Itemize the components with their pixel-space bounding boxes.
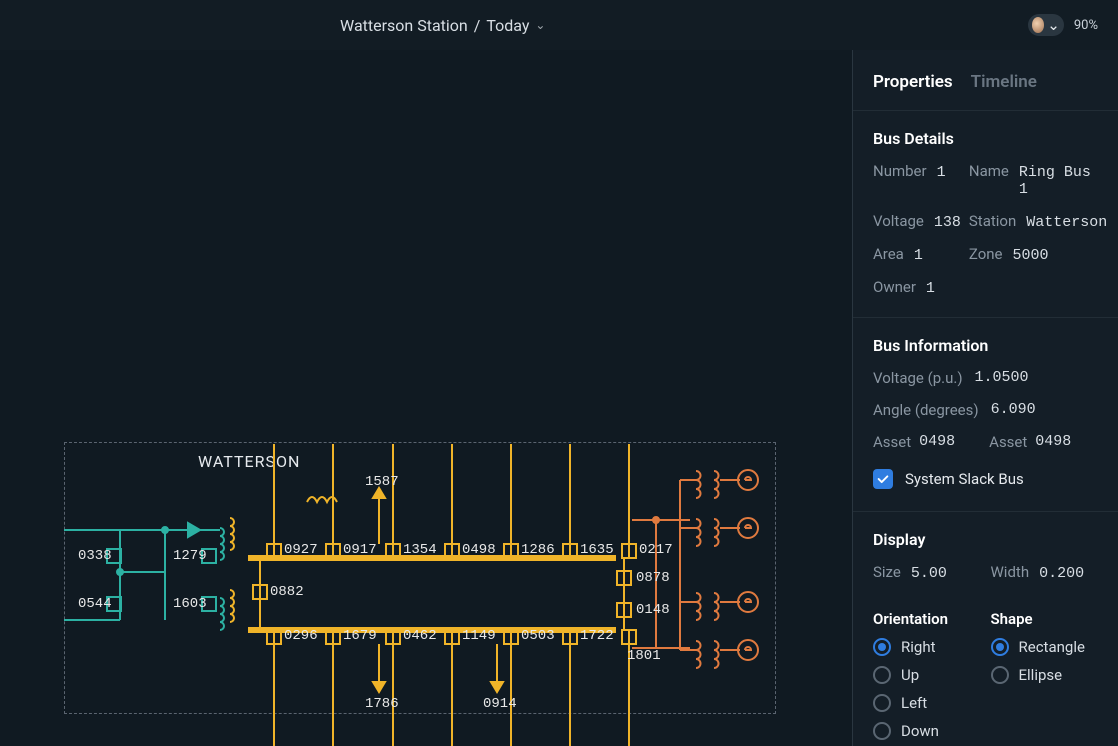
tab-properties[interactable]: Properties (873, 72, 953, 92)
value-name: Ring Bus 1 (1019, 164, 1107, 198)
orientation-group: Orientation Right Up Left Down (873, 610, 981, 746)
avatar (1032, 17, 1044, 33)
value-angle: 6.090 (991, 401, 1036, 419)
chevron-down-icon: ⌄ (1047, 16, 1060, 34)
checkbox-label: System Slack Bus (905, 470, 1024, 488)
radio-icon (873, 722, 891, 740)
topbar: Watterson Station / Today ⌄ ⌄ 90% (0, 0, 1118, 50)
label-station: Station (969, 212, 1016, 230)
user-menu[interactable]: ⌄ (1028, 14, 1064, 36)
radio-icon (991, 666, 1009, 684)
breadcrumb-view: Today (486, 16, 529, 35)
node-label-0296: 0296 (284, 628, 318, 644)
label-asset2: Asset (989, 433, 1027, 451)
radio-orientation-right[interactable]: Right (873, 638, 981, 656)
node-label-1801: 1801 (627, 648, 661, 664)
diagram-canvas[interactable]: WATTERSON 0882 0878 0148 0927 0917 1354 0498 12… (0, 50, 852, 746)
tab-timeline[interactable]: Timeline (971, 72, 1037, 92)
node-label-0917: 0917 (343, 542, 377, 558)
main: WATTERSON 0882 0878 0148 0927 0917 1354 0498 12… (0, 50, 1118, 746)
node-label-0148: 0148 (636, 602, 670, 618)
panel-tabs: Properties Timeline (853, 50, 1118, 111)
label-size: Size (873, 563, 901, 581)
value-size: 5.00 (911, 565, 947, 582)
arrow-label-1786: 1786 (365, 696, 399, 712)
node-label-1279: 1279 (173, 548, 207, 564)
label-owner: Owner (873, 278, 916, 296)
chevron-down-icon: ⌄ (535, 18, 545, 32)
radio-label: Ellipse (1019, 666, 1063, 684)
radio-label: Right (901, 638, 935, 656)
value-zone: 5000 (1013, 247, 1049, 264)
radio-icon (873, 666, 891, 684)
node-label-1603: 1603 (173, 596, 207, 612)
label-voltage: Voltage (873, 212, 924, 230)
section-bus-information: Bus Information Voltage (p.u.) 1.0500 Ang… (853, 318, 1118, 512)
label-zone: Zone (969, 245, 1003, 263)
label-name: Name (969, 162, 1009, 180)
node-label-1286: 1286 (521, 542, 555, 558)
node-label-0338: 0338 (78, 548, 112, 564)
label-orientation: Orientation (873, 610, 981, 628)
node-label-0544: 0544 (78, 596, 112, 612)
value-width: 0.200 (1039, 565, 1084, 582)
breadcrumb-station: Watterson Station (340, 16, 468, 35)
node-label-1635: 1635 (580, 542, 614, 558)
node-label-0878: 0878 (636, 570, 670, 586)
section-title: Bus Information (873, 336, 1098, 355)
radio-orientation-left[interactable]: Left (873, 694, 981, 712)
radio-orientation-down[interactable]: Down (873, 722, 981, 740)
arrow-label-1587: 1587 (365, 474, 399, 490)
radio-label: Up (901, 666, 919, 684)
label-shape: Shape (991, 610, 1099, 628)
section-display: Display Size 5.00 Width 0.200 Orientation … (853, 512, 1118, 746)
checkbox-slack-bus[interactable]: System Slack Bus (873, 469, 1098, 489)
value-voltage: 138 (934, 214, 961, 231)
radio-label: Left (901, 694, 927, 712)
value-owner: 1 (926, 280, 935, 297)
value-station: Watterson (1026, 214, 1107, 231)
label-angle: Angle (degrees) (873, 401, 979, 419)
section-bus-details: Bus Details Number 1 Name Ring Bus 1 Volta… (853, 111, 1118, 318)
label-number: Number (873, 162, 927, 180)
label-area: Area (873, 245, 904, 263)
section-title: Display (873, 530, 1098, 549)
value-area: 1 (914, 247, 923, 264)
radio-icon (991, 638, 1009, 656)
node-label-0462: 0462 (403, 628, 437, 644)
radio-icon (873, 694, 891, 712)
node-label-1149: 1149 (462, 628, 496, 644)
node-label-1354: 1354 (403, 542, 437, 558)
breadcrumb-sep: / (474, 16, 481, 35)
node-label-0217: 0217 (639, 542, 673, 558)
station-label: WATTERSON (198, 452, 300, 471)
label-asset1: Asset (873, 433, 911, 451)
section-title: Bus Details (873, 129, 1098, 148)
node-label-0882: 0882 (270, 584, 304, 600)
value-asset1: 0498 (919, 433, 955, 451)
shape-group: Shape Rectangle Ellipse (991, 610, 1099, 746)
radio-label: Rectangle (1019, 638, 1085, 656)
value-vpu: 1.0500 (975, 369, 1029, 387)
label-width: Width (991, 563, 1030, 581)
breadcrumb[interactable]: Watterson Station / Today ⌄ (340, 16, 545, 35)
node-label-0927: 0927 (284, 542, 318, 558)
label-vpu: Voltage (p.u.) (873, 369, 963, 387)
node-label-1679: 1679 (343, 628, 377, 644)
checkbox-icon (873, 469, 893, 489)
radio-label: Down (901, 722, 939, 740)
properties-panel: Properties Timeline Bus Details Number 1 … (852, 50, 1118, 746)
node-label-0503: 0503 (521, 628, 555, 644)
zoom-level: 90% (1074, 18, 1098, 33)
radio-orientation-up[interactable]: Up (873, 666, 981, 684)
node-label-1722: 1722 (580, 628, 614, 644)
radio-icon (873, 638, 891, 656)
topbar-right: ⌄ 90% (1028, 14, 1098, 36)
arrow-label-0914: 0914 (483, 696, 517, 712)
value-number: 1 (937, 164, 946, 181)
value-asset2: 0498 (1035, 433, 1071, 451)
node-label-0498: 0498 (462, 542, 496, 558)
radio-shape-rectangle[interactable]: Rectangle (991, 638, 1099, 656)
radio-shape-ellipse[interactable]: Ellipse (991, 666, 1099, 684)
